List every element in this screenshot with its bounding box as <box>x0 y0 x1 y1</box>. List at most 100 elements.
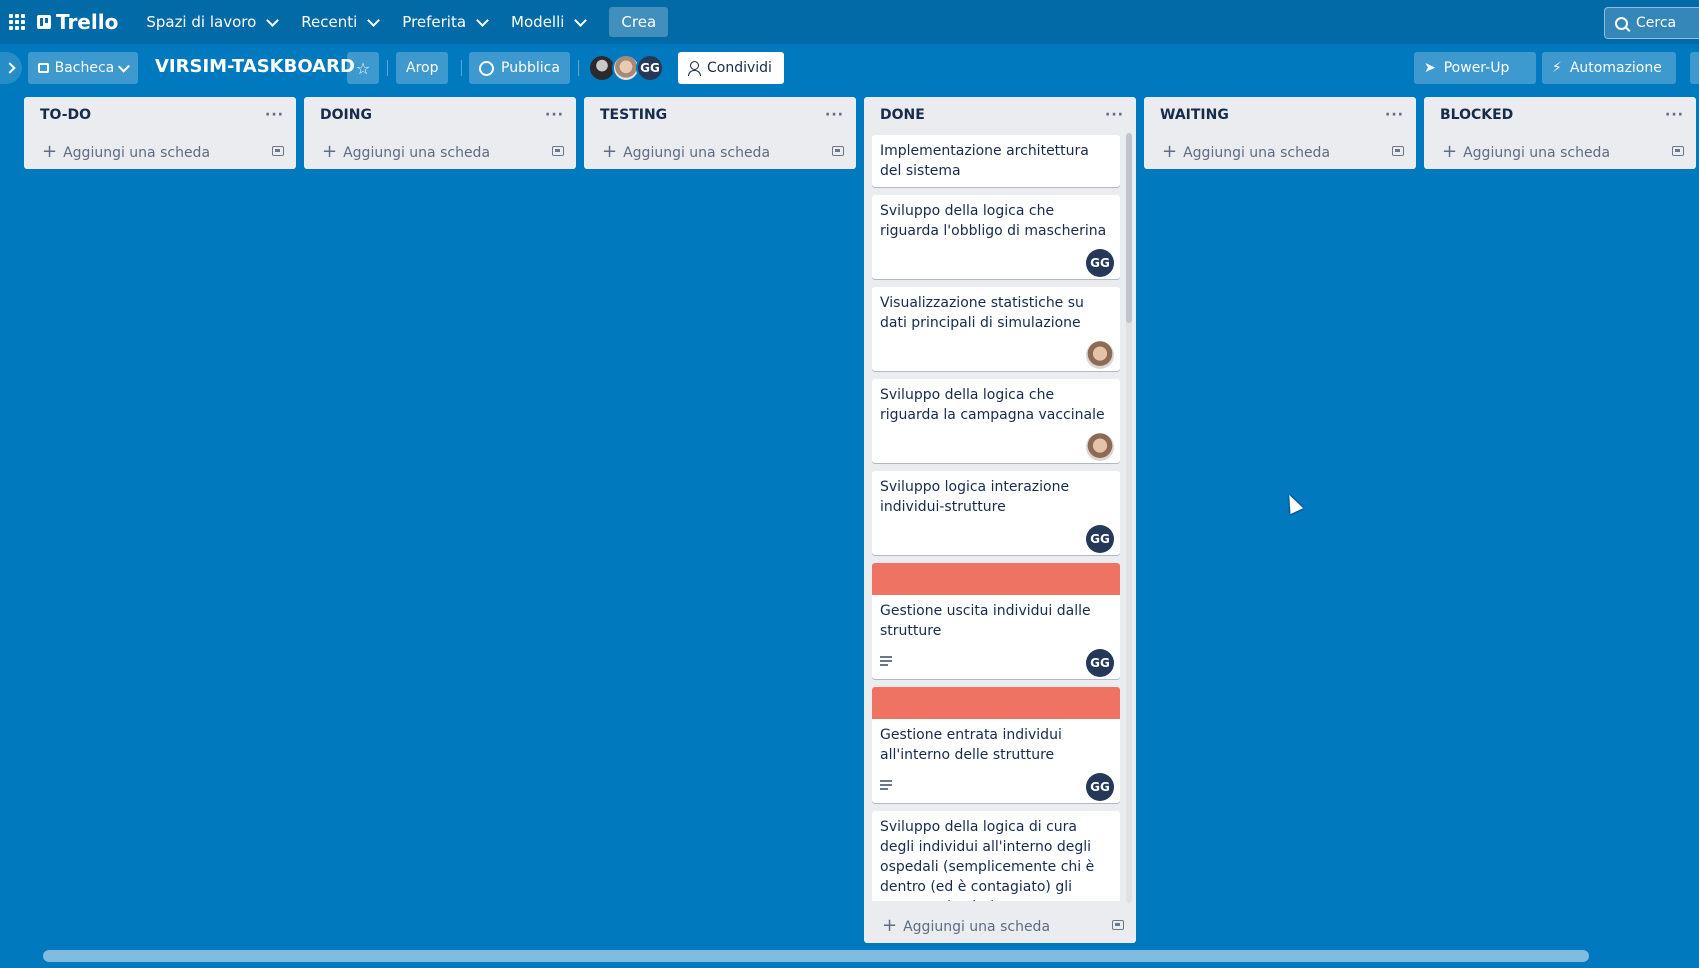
board-view-switcher[interactable]: Bacheca <box>28 52 138 84</box>
card[interactable]: Gestione entrata individui all'interno d… <box>872 687 1120 803</box>
add-member-icon <box>688 60 701 76</box>
board-title[interactable]: VIRSIM-TASKBOARD <box>155 56 355 77</box>
list-doing: DOING ··· + Aggiungi una scheda <box>304 97 576 169</box>
card-title: Sviluppo della logica che riguarda l'obb… <box>880 203 1107 239</box>
visibility-label: Pubblica <box>501 60 560 76</box>
search-placeholder: Cerca <box>1636 15 1677 31</box>
card[interactable]: Visualizzazione statistiche su dati prin… <box>872 287 1120 371</box>
card-title: Implementazione architettura del sistema <box>880 143 1089 179</box>
board-horizontal-scrollbar[interactable] <box>0 950 1699 962</box>
add-card-button[interactable]: + Aggiungi una scheda <box>24 133 296 169</box>
chevron-down-icon <box>476 13 489 27</box>
description-icon <box>880 656 892 666</box>
menu-button[interactable] <box>1690 52 1699 84</box>
list-waiting: WAITING ··· + Aggiungi una scheda <box>1144 97 1416 169</box>
board-icon <box>38 63 49 73</box>
add-card-button[interactable]: + Aggiungi una scheda <box>1424 133 1696 169</box>
add-card-button[interactable]: + Aggiungi una scheda <box>584 133 856 169</box>
chevron-down-icon <box>574 13 588 27</box>
list-menu-icon[interactable]: ··· <box>545 107 564 123</box>
add-card-button[interactable]: + Aggiungi una scheda <box>304 133 576 169</box>
template-icon[interactable] <box>832 146 844 156</box>
trello-logo[interactable]: Trello <box>37 10 118 34</box>
mouse-cursor-icon <box>1282 491 1304 515</box>
template-icon[interactable] <box>552 146 564 156</box>
plus-icon: + <box>1442 140 1458 162</box>
list-title[interactable]: DONE <box>880 107 925 123</box>
list-scrollbar[interactable] <box>1126 133 1132 903</box>
list-title[interactable]: BLOCKED <box>1440 107 1513 123</box>
scrollbar-thumb[interactable] <box>43 950 1589 962</box>
list-menu-icon[interactable]: ··· <box>1105 107 1124 123</box>
nav-recent[interactable]: Recenti <box>291 7 388 37</box>
list-title[interactable]: TESTING <box>600 107 667 123</box>
avatar[interactable]: GG <box>1086 773 1114 801</box>
add-card-label: Aggiungi una scheda <box>1463 144 1611 161</box>
card-container[interactable]: Implementazione architettura del sistema… <box>872 135 1120 901</box>
add-card-button[interactable]: + Aggiungi una scheda <box>864 907 1136 943</box>
list-menu-icon[interactable]: ··· <box>265 107 284 123</box>
card[interactable]: Gestione uscita individui dalle struttur… <box>872 563 1120 679</box>
list-title[interactable]: DOING <box>320 107 372 123</box>
card-label-red[interactable] <box>872 563 1120 595</box>
chevron-down-icon <box>266 13 280 27</box>
chevron-down-icon <box>118 60 131 72</box>
add-card-button[interactable]: + Aggiungi una scheda <box>1144 133 1416 169</box>
list-testing: TESTING ··· + Aggiungi una scheda <box>584 97 856 169</box>
chevron-down-icon <box>367 13 381 27</box>
list-menu-icon[interactable]: ··· <box>825 107 844 123</box>
card-title: Sviluppo logica interazione individui-st… <box>880 479 1070 515</box>
template-icon[interactable] <box>1112 920 1124 930</box>
nav-starred[interactable]: Preferita <box>392 7 497 37</box>
card[interactable]: Sviluppo della logica che riguarda l'obb… <box>872 195 1120 279</box>
card-badges <box>872 431 1120 463</box>
avatar[interactable]: GG <box>1086 525 1114 553</box>
plus-icon: + <box>1162 140 1178 162</box>
list-menu-icon[interactable]: ··· <box>1385 107 1404 123</box>
card[interactable]: Sviluppo della logica che riguarda la ca… <box>872 379 1120 463</box>
list-title[interactable]: TO-DO <box>40 107 91 123</box>
card-badges: GG <box>872 647 1120 679</box>
avatar[interactable]: GG <box>636 54 664 82</box>
avatar[interactable]: GG <box>1086 249 1114 277</box>
add-card-label: Aggiungi una scheda <box>623 144 771 161</box>
scrollbar-thumb[interactable] <box>1126 133 1132 323</box>
avatar[interactable] <box>1086 341 1114 369</box>
nav-templates[interactable]: Modelli <box>501 7 595 37</box>
card[interactable]: Implementazione architettura del sistema <box>872 135 1120 187</box>
avatar[interactable]: GG <box>1086 649 1114 677</box>
card[interactable]: Sviluppo della logica di cura degli indi… <box>872 811 1120 901</box>
card-title: Visualizzazione statistiche su dati prin… <box>880 295 1084 331</box>
plus-icon: + <box>602 140 618 162</box>
share-button[interactable]: Condividi <box>678 52 784 84</box>
workspace-button[interactable]: Arop <box>396 52 449 84</box>
star-button[interactable]: ☆ <box>347 52 379 84</box>
list-title[interactable]: WAITING <box>1160 107 1229 123</box>
nav-label: Modelli <box>511 13 565 31</box>
card-label-red[interactable] <box>872 687 1120 719</box>
add-card-label: Aggiungi una scheda <box>343 144 491 161</box>
plus-icon: + <box>322 140 338 162</box>
template-icon[interactable] <box>1672 146 1684 156</box>
search-input[interactable]: Cerca <box>1604 7 1699 39</box>
powerups-button[interactable]: ➤ Power-Up <box>1414 52 1536 84</box>
list-blocked: BLOCKED ··· + Aggiungi una scheda <box>1424 97 1696 169</box>
add-card-label: Aggiungi una scheda <box>1183 144 1331 161</box>
nav-label: Preferita <box>402 13 467 31</box>
trello-mark-icon <box>37 15 51 29</box>
template-icon[interactable] <box>272 146 284 156</box>
visibility-button[interactable]: Pubblica <box>469 52 570 84</box>
create-button[interactable]: Crea <box>609 7 669 37</box>
divider <box>387 60 388 76</box>
automation-button[interactable]: ⚡ Automazione <box>1542 52 1676 84</box>
automation-label: Automazione <box>1569 60 1662 76</box>
board-members: GG <box>588 54 664 82</box>
sidebar-expand-button[interactable] <box>0 52 22 84</box>
list-menu-icon[interactable]: ··· <box>1665 107 1684 123</box>
app-switcher-icon[interactable] <box>9 14 25 30</box>
card-title: Sviluppo della logica che riguarda la ca… <box>880 387 1105 423</box>
template-icon[interactable] <box>1392 146 1404 156</box>
card[interactable]: Sviluppo logica interazione individui-st… <box>872 471 1120 555</box>
avatar[interactable] <box>1086 433 1114 461</box>
nav-workspaces[interactable]: Spazi di lavoro <box>136 7 287 37</box>
